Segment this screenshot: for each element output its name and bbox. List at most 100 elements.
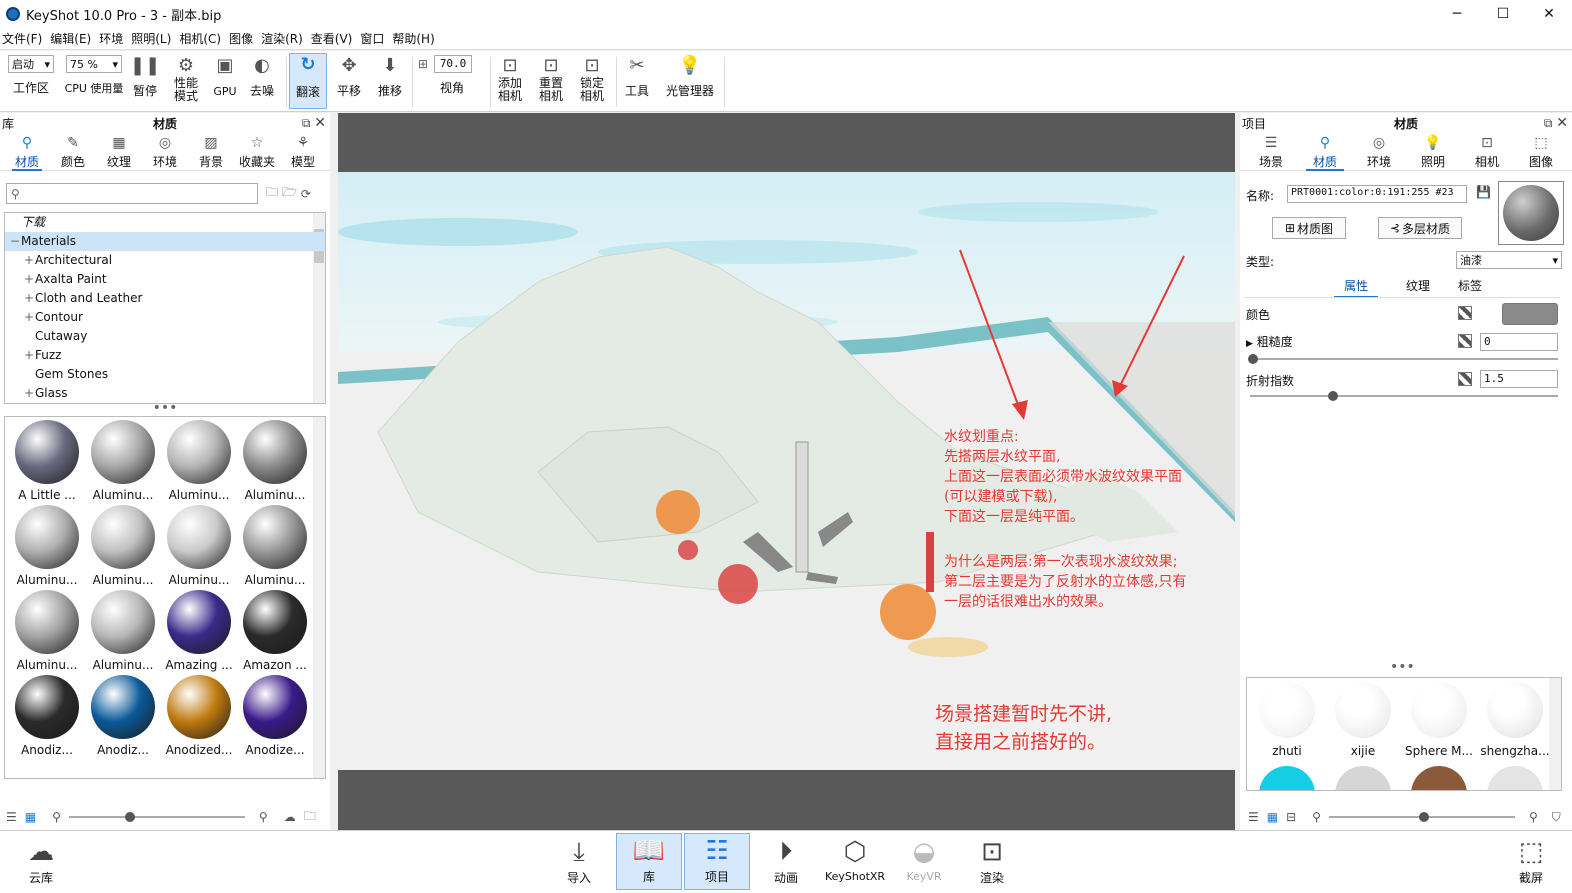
material-thumb-cyan[interactable]: [1259, 766, 1315, 790]
tools-button[interactable]: ✂ 工具: [622, 55, 652, 98]
roughness-input[interactable]: 0: [1480, 333, 1558, 351]
render-button[interactable]: ⊡ 渲染: [959, 835, 1025, 886]
tab-environment[interactable]: ◎ 环境: [1352, 133, 1406, 170]
undock-icon[interactable]: ⧉: [302, 116, 311, 130]
list-view-icon[interactable]: ☰: [1248, 810, 1259, 824]
undock-icon[interactable]: ⧉: [1544, 116, 1553, 130]
splitter-handle[interactable]: •••: [1390, 660, 1415, 674]
scene-render[interactable]: 水纹划重点: 先搭两层水纹平面, 上面这一层表面必须带水波纹效果平面 (可以建模…: [338, 172, 1235, 770]
tab-backplates[interactable]: ▨ 背景: [188, 133, 234, 170]
library-search-input[interactable]: ⚲: [6, 183, 258, 204]
tree-item[interactable]: +Fuzz: [5, 346, 325, 365]
tab-material[interactable]: ⚲ 材质: [1298, 133, 1352, 171]
fov-input[interactable]: 70.0: [434, 55, 473, 73]
menu-edit[interactable]: 编辑(E): [48, 30, 97, 47]
tab-lighting[interactable]: 💡 照明: [1406, 133, 1460, 170]
material-name-input[interactable]: PRT0001:color:0:191:255 #23: [1287, 185, 1467, 203]
ior-texture-icon[interactable]: [1458, 372, 1472, 386]
material-graph-button[interactable]: ⊞ 材质图: [1272, 217, 1346, 239]
light-manager-button[interactable]: 💡 光管理器: [662, 55, 718, 98]
upload-cloud-icon[interactable]: ☁: [284, 810, 296, 824]
menu-environment[interactable]: 环境: [97, 30, 129, 47]
tree-expander-icon[interactable]: +: [23, 308, 35, 327]
library-toggle-button[interactable]: 📖 库: [616, 833, 682, 890]
render-viewport[interactable]: 水纹划重点: 先搭两层水纹平面, 上面这一层表面必须带水波纹效果平面 (可以建模…: [338, 113, 1235, 830]
cpu-usage-select[interactable]: 75 % ▾: [66, 55, 122, 73]
zoom-out-icon[interactable]: ⚲: [1312, 810, 1321, 824]
material-thumbnail[interactable]: Aluminu...: [161, 502, 237, 587]
roughness-texture-icon[interactable]: [1458, 334, 1472, 348]
keyvr-button[interactable]: ◒ KeyVR: [891, 835, 957, 883]
screenshot-button[interactable]: ⬚ 截屏: [1498, 835, 1564, 886]
filter-icon[interactable]: ⛉: [1552, 810, 1561, 825]
tab-materials[interactable]: ⚲ 材质: [4, 133, 50, 171]
pause-button[interactable]: ❚❚ 暂停: [130, 55, 160, 98]
material-thumbnail[interactable]: Aluminu...: [161, 417, 237, 502]
import-button[interactable]: ⤓ 导入: [546, 835, 612, 886]
tree-expander-icon[interactable]: +: [23, 289, 35, 308]
tab-image[interactable]: ⬚ 图像: [1514, 133, 1568, 170]
material-type-select[interactable]: 油漆 ▾: [1456, 251, 1562, 269]
tree-item[interactable]: −Materials: [5, 232, 325, 251]
tab-environments[interactable]: ◎ 环境: [142, 133, 188, 170]
material-thumbnail[interactable]: Anodiz...: [85, 672, 161, 757]
menu-image[interactable]: 图像: [227, 30, 259, 47]
zoom-in-icon[interactable]: ⚲: [259, 810, 268, 824]
material-thumbnail[interactable]: Aluminu...: [9, 502, 85, 587]
folder-open-icon[interactable]: 🗀: [266, 183, 278, 204]
material-thumbnail[interactable]: Anodize...: [237, 672, 313, 757]
material-thumbnail[interactable]: A Little ...: [9, 417, 85, 502]
menu-help[interactable]: 帮助(H): [390, 30, 440, 47]
close-panel-icon[interactable]: ✕: [314, 115, 326, 131]
menu-camera[interactable]: 相机(C): [177, 30, 227, 47]
animation-button[interactable]: ⏵ 动画: [753, 835, 819, 886]
subtab-labels[interactable]: 标签: [1458, 277, 1482, 298]
tree-expander-icon[interactable]: +: [23, 384, 35, 403]
reset-camera-button[interactable]: ⊡ 重置 相机: [535, 55, 567, 103]
folder-icon[interactable]: 🗀: [304, 807, 316, 828]
material-thumb-bronze[interactable]: [1411, 766, 1467, 790]
tree-item[interactable]: Gem Stones: [5, 365, 325, 384]
lock-camera-button[interactable]: ⊡ 锁定 相机: [576, 55, 608, 103]
tab-camera[interactable]: ⊡ 相机: [1460, 133, 1514, 170]
workspace-select[interactable]: 启动 ▾: [8, 55, 54, 73]
tree-item[interactable]: +Cloth and Leather: [5, 289, 325, 308]
project-toggle-button[interactable]: ☷ 项目: [684, 833, 750, 890]
keyshotxr-button[interactable]: ⬡ KeyShotXR: [822, 835, 888, 883]
folder-add-icon[interactable]: 🗁: [282, 183, 297, 204]
menu-window[interactable]: 窗口: [358, 30, 390, 47]
tree-item[interactable]: +Glass: [5, 384, 325, 403]
subtab-properties[interactable]: 属性: [1334, 277, 1379, 298]
material-thumbnail[interactable]: Aluminu...: [85, 417, 161, 502]
denoise-button[interactable]: ◐ 去噪: [246, 55, 278, 98]
menu-view[interactable]: 查看(V): [309, 30, 359, 47]
ior-input[interactable]: 1.5: [1480, 370, 1558, 388]
material-thumbnail[interactable]: Anodiz...: [9, 672, 85, 757]
gpu-button[interactable]: ▣ GPU: [210, 55, 240, 98]
tree-expander-icon[interactable]: +: [23, 270, 35, 289]
thumbnail-size-slider[interactable]: [68, 812, 245, 822]
scene-material-item[interactable]: shengzha...: [1477, 678, 1553, 762]
material-preview[interactable]: [1498, 181, 1564, 245]
material-thumbnail[interactable]: Anodized...: [161, 672, 237, 757]
tab-scene[interactable]: ☰ 场景: [1244, 133, 1298, 170]
zoom-in-icon[interactable]: ⚲: [1529, 810, 1538, 824]
splitter-handle[interactable]: •••: [0, 401, 330, 416]
tree-item[interactable]: +Axalta Paint: [5, 270, 325, 289]
tumble-button[interactable]: ↻ 翻滚: [289, 53, 327, 109]
scene-material-item[interactable]: xijie: [1325, 678, 1401, 762]
material-thumb-light[interactable]: [1487, 766, 1543, 790]
material-thumbnail[interactable]: Amazon ...: [237, 587, 313, 672]
tree-item[interactable]: +Contour: [5, 308, 325, 327]
performance-mode-button[interactable]: ⚙ 性能 模式: [168, 55, 204, 103]
tab-favorites[interactable]: ☆ 收藏夹: [234, 133, 280, 170]
tree-expander-icon[interactable]: −: [9, 232, 21, 251]
scene-material-item[interactable]: Sphere M...: [1401, 678, 1477, 762]
ior-slider[interactable]: [1250, 391, 1558, 401]
zoom-out-icon[interactable]: ⚲: [52, 810, 61, 824]
material-thumbnail[interactable]: Aluminu...: [85, 502, 161, 587]
thumbnail-size-slider[interactable]: [1328, 812, 1515, 822]
tab-textures[interactable]: ▦ 纹理: [96, 133, 142, 170]
menu-file[interactable]: 文件(F): [0, 30, 48, 47]
color-swatch[interactable]: [1502, 303, 1558, 325]
